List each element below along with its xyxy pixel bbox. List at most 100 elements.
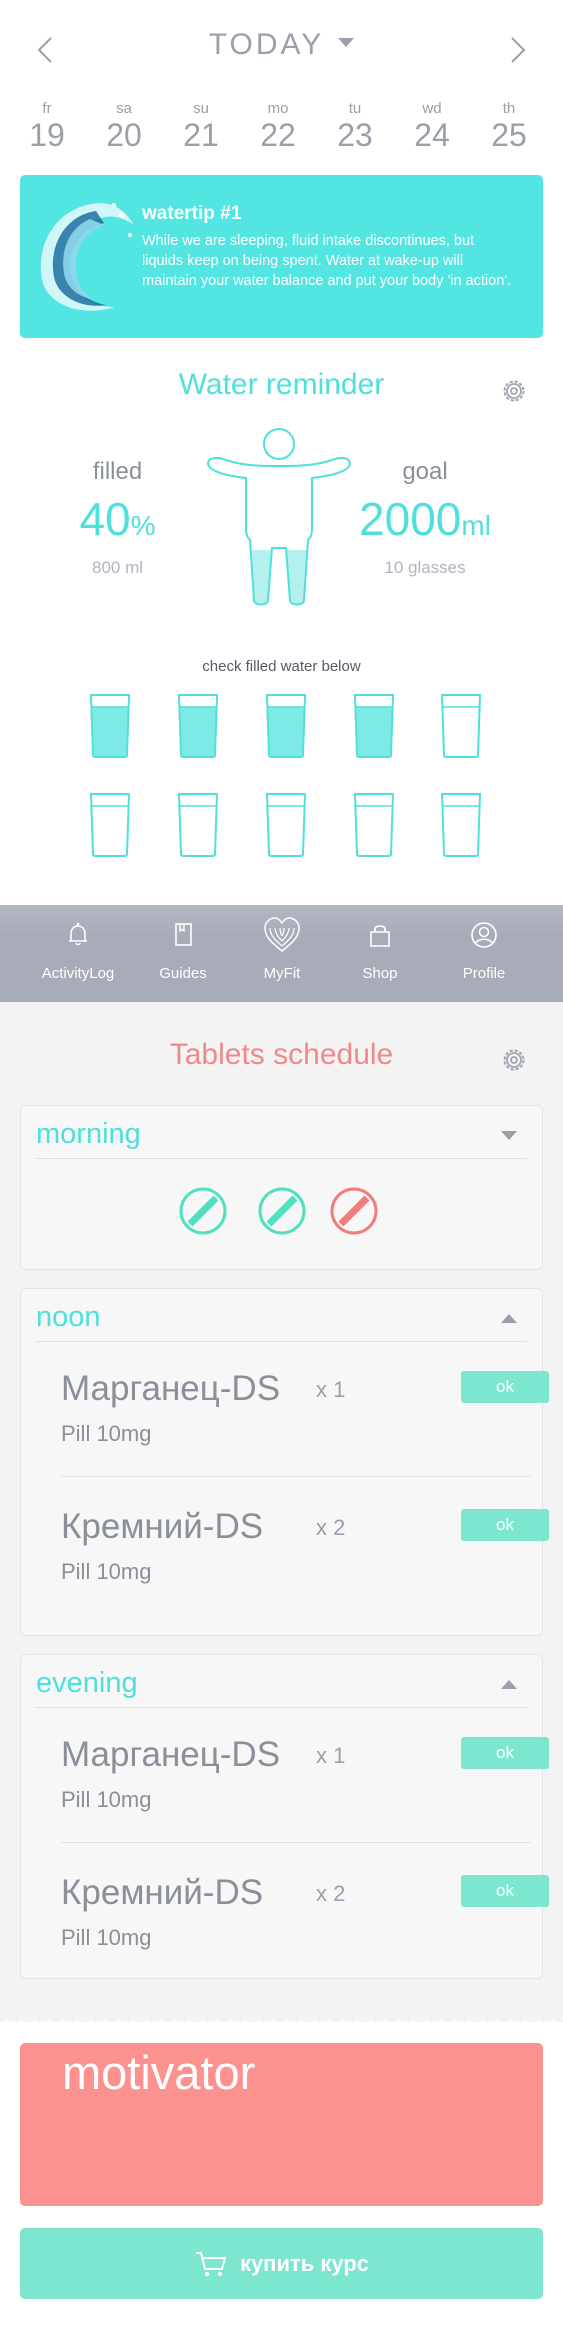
filled-label: filled	[92, 458, 143, 485]
medication-item: Марганец-DS x 1 Pill 10mg ok	[61, 1735, 549, 1855]
day-name: th	[502, 100, 516, 117]
divider	[36, 1341, 527, 1342]
morning-card: morning	[20, 1105, 543, 1270]
pill-taken-icon[interactable]	[257, 1186, 307, 1236]
morning-label: morning	[36, 1118, 141, 1150]
noon-label: noon	[36, 1301, 101, 1333]
watertip-card: watertip #1 While we are sleeping, fluid…	[20, 175, 543, 338]
medication-qty: x 2	[316, 1515, 346, 1540]
pill-taken-icon[interactable]	[178, 1186, 228, 1236]
tab-label: ActivityLog	[41, 965, 115, 982]
tab-label: MyFit	[263, 965, 301, 982]
tablets-settings-gear-icon[interactable]	[499, 1045, 529, 1075]
day-item[interactable]: mo 22	[248, 100, 308, 154]
ok-button[interactable]: ok	[461, 1509, 549, 1541]
chevron-up-icon[interactable]	[501, 1314, 517, 1323]
day-item[interactable]: su 21	[171, 100, 231, 154]
day-name: su	[193, 100, 209, 117]
water-glass-icon[interactable]	[177, 693, 219, 759]
buy-course-label: купить курс	[239, 2250, 370, 2276]
ok-button[interactable]: ok	[461, 1371, 549, 1403]
filled-stat: filled 40% 800 ml	[50, 458, 185, 578]
today-label: TODAY	[208, 28, 325, 61]
medication-item: Кремний-DS x 2 Pill 10mg ok	[61, 1507, 549, 1627]
day-item[interactable]: wd 24	[402, 100, 462, 154]
caret-down-icon	[338, 37, 355, 47]
day-date: 21	[183, 117, 219, 153]
day-date: 22	[260, 117, 296, 153]
day-date: 23	[337, 117, 373, 153]
tab-profile[interactable]: Profile	[434, 905, 534, 1002]
ok-button[interactable]: ok	[461, 1875, 549, 1907]
next-day-button[interactable]	[503, 30, 533, 70]
cart-icon	[195, 2251, 227, 2276]
day-item[interactable]: fr 19	[17, 100, 77, 154]
date-header: TODAY	[0, 0, 563, 95]
zigzag-divider	[0, 2019, 563, 2037]
water-glass-icon[interactable]	[440, 693, 482, 759]
watertip-title: watertip #1	[142, 203, 242, 224]
goal-glasses: 10 glasses	[384, 558, 466, 577]
motivator-title: motivator	[62, 2046, 256, 2099]
pill-missed-icon[interactable]	[329, 1186, 379, 1236]
day-item[interactable]: th 25	[479, 100, 539, 154]
water-reminder-title: Water reminder	[178, 368, 385, 401]
medication-item: Марганец-DS x 1 Pill 10mg ok	[61, 1369, 549, 1489]
goal-value: 2000ml	[359, 493, 491, 545]
water-glass-icon[interactable]	[440, 792, 482, 858]
divider	[36, 1707, 527, 1708]
medication-qty: x 1	[316, 1377, 346, 1402]
day-date: 24	[414, 117, 450, 153]
bottom-tab-bar: ActivityLog Guides MyFit Shop Profile	[0, 905, 563, 1002]
motivator-card[interactable]: motivator	[20, 2043, 543, 2206]
day-item[interactable]: tu 23	[325, 100, 385, 154]
bell-icon	[69, 922, 87, 946]
tablets-schedule-title: Tablets schedule	[169, 1038, 394, 1071]
tab-label: Shop	[362, 965, 398, 982]
tab-activitylog[interactable]: ActivityLog	[28, 905, 128, 1002]
evening-label: evening	[36, 1667, 138, 1699]
tab-shop[interactable]: Shop	[330, 905, 430, 1002]
user-icon	[471, 922, 497, 948]
check-water-label: check filled water below	[202, 658, 361, 675]
water-glass-icon[interactable]	[265, 792, 307, 858]
medication-qty: x 1	[316, 1743, 346, 1768]
water-glass-icon[interactable]	[89, 792, 131, 858]
shopping-bag-icon	[370, 925, 390, 947]
water-glass-icon[interactable]	[353, 792, 395, 858]
tab-guides[interactable]: Guides	[133, 905, 233, 1002]
day-item[interactable]: sa 20	[94, 100, 154, 154]
chevron-down-icon[interactable]	[501, 1131, 517, 1140]
chevron-up-icon[interactable]	[501, 1680, 517, 1689]
medication-dose: Pill 10mg	[61, 1787, 152, 1812]
buy-course-button[interactable]: купить курс	[20, 2228, 543, 2299]
water-glass-icon[interactable]	[177, 792, 219, 858]
medication-name: Кремний-DS	[61, 1873, 264, 1912]
watertip-text: While we are sleeping, fluid intake disc…	[142, 233, 512, 289]
medication-name: Кремний-DS	[61, 1507, 264, 1546]
goal-label: goal	[402, 458, 448, 485]
goal-stat: goal 2000ml 10 glasses	[350, 458, 500, 578]
chevron-right-icon	[511, 37, 526, 63]
filled-value: 40%	[79, 493, 156, 545]
day-name: fr	[42, 100, 52, 117]
water-glass-icon[interactable]	[265, 693, 307, 759]
medication-dose: Pill 10mg	[61, 1559, 152, 1584]
water-wave-image	[40, 203, 134, 311]
medication-item: Кремний-DS x 2 Pill 10mg ok	[61, 1873, 549, 1993]
day-date: 25	[491, 117, 527, 153]
tab-myfit[interactable]: MyFit	[232, 905, 332, 1002]
medication-qty: x 2	[316, 1881, 346, 1906]
day-name: sa	[116, 100, 132, 117]
divider	[36, 1158, 527, 1159]
water-glass-icon[interactable]	[353, 693, 395, 759]
day-date: 19	[29, 117, 65, 153]
water-settings-gear-icon[interactable]	[499, 376, 529, 406]
water-glass-icon[interactable]	[89, 693, 131, 759]
filled-ml: 800 ml	[91, 558, 144, 577]
ok-button[interactable]: ok	[461, 1737, 549, 1769]
body-fill-figure	[206, 428, 352, 606]
medication-dose: Pill 10mg	[61, 1421, 152, 1446]
today-dropdown[interactable]: TODAY	[0, 28, 563, 62]
tab-label: Guides	[159, 965, 207, 982]
